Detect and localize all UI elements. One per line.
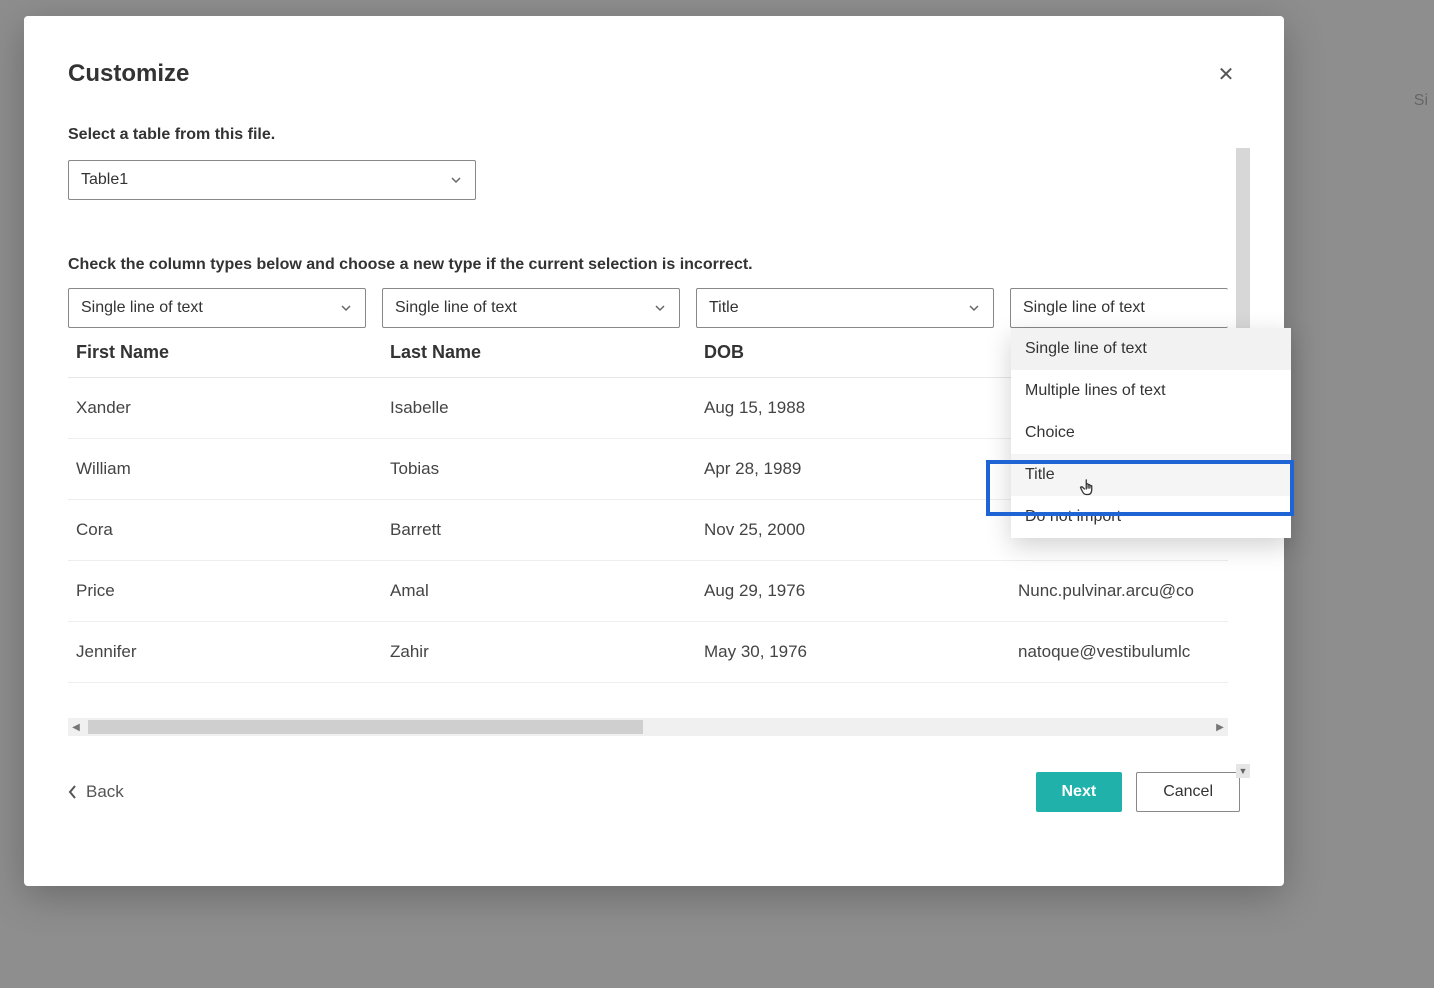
- cancel-label: Cancel: [1163, 783, 1213, 801]
- dropdown-option-choice[interactable]: Choice: [1011, 412, 1291, 454]
- dropdown-option-title[interactable]: Title: [1011, 454, 1291, 496]
- scroll-down-arrow-icon[interactable]: ▼: [1236, 764, 1250, 778]
- cell-last-name: Zahir: [390, 642, 688, 662]
- chevron-down-icon: [967, 301, 981, 315]
- table-row: Jennifer Zahir May 30, 1976 natoque@vest…: [68, 622, 1228, 683]
- chevron-down-icon: [339, 301, 353, 315]
- column-type-value: Single line of text: [1023, 299, 1145, 317]
- chevron-down-icon: [653, 301, 667, 315]
- column-header: DOB: [704, 342, 1002, 363]
- dropdown-option-single-line[interactable]: Single line of text: [1011, 328, 1291, 370]
- cell-dob: Aug 29, 1976: [704, 581, 1002, 601]
- cell-first-name: Price: [76, 581, 374, 601]
- table-row: Price Amal Aug 29, 1976 Nunc.pulvinar.ar…: [68, 561, 1228, 622]
- column-type-row: Single line of text Single line of text …: [68, 288, 1228, 328]
- column-type-dropdown[interactable]: Single line of text Multiple lines of te…: [1011, 328, 1291, 538]
- column-type-select-3[interactable]: Single line of text: [1010, 288, 1228, 328]
- customize-modal: Customize ✕ Select a table from this fil…: [24, 16, 1284, 886]
- column-type-select-0[interactable]: Single line of text: [68, 288, 366, 328]
- cell-first-name: Cora: [76, 520, 374, 540]
- cell-first-name: Xander: [76, 398, 374, 418]
- dropdown-option-do-not-import[interactable]: Do not import: [1011, 496, 1291, 538]
- scroll-left-arrow-icon[interactable]: ◀: [68, 719, 84, 735]
- back-button[interactable]: Back: [68, 782, 124, 802]
- horizontal-scrollbar[interactable]: ◀ ▶: [68, 718, 1228, 736]
- cell-last-name: Barrett: [390, 520, 688, 540]
- table-select-value: Table1: [81, 171, 128, 189]
- cell-last-name: Tobias: [390, 459, 688, 479]
- modal-title: Customize: [68, 60, 189, 88]
- cancel-button[interactable]: Cancel: [1136, 772, 1240, 812]
- next-button[interactable]: Next: [1036, 772, 1123, 812]
- back-label: Back: [86, 782, 124, 802]
- column-header: Last Name: [390, 342, 688, 363]
- table-select[interactable]: Table1: [68, 160, 476, 200]
- cell-col4: natoque@vestibulumlc: [1018, 642, 1228, 662]
- cell-dob: Aug 15, 1988: [704, 398, 1002, 418]
- column-type-value: Single line of text: [395, 299, 517, 317]
- dropdown-option-multi-line[interactable]: Multiple lines of text: [1011, 370, 1291, 412]
- background-label: Si: [1414, 92, 1428, 110]
- scroll-right-arrow-icon[interactable]: ▶: [1212, 719, 1228, 735]
- instruction-text: Check the column types below and choose …: [68, 256, 1240, 274]
- column-type-value: Title: [709, 299, 739, 317]
- column-type-select-1[interactable]: Single line of text: [382, 288, 680, 328]
- cell-first-name: Jennifer: [76, 642, 374, 662]
- chevron-down-icon: [449, 173, 463, 187]
- cell-dob: Nov 25, 2000: [704, 520, 1002, 540]
- modal-footer: Back Next Cancel: [68, 772, 1240, 812]
- table-picker-label: Select a table from this file.: [68, 126, 1240, 144]
- column-type-select-2[interactable]: Title: [696, 288, 994, 328]
- horizontal-scrollbar-thumb[interactable]: [88, 720, 643, 734]
- cell-dob: Apr 28, 1989: [704, 459, 1002, 479]
- footer-buttons: Next Cancel: [1036, 772, 1241, 812]
- column-type-value: Single line of text: [81, 299, 203, 317]
- cell-last-name: Isabelle: [390, 398, 688, 418]
- scroll-region: ▼ Single line of text Single line of tex…: [68, 288, 1240, 736]
- next-label: Next: [1062, 783, 1097, 801]
- cell-dob: May 30, 1976: [704, 642, 1002, 662]
- close-button[interactable]: ✕: [1212, 60, 1240, 88]
- pointer-cursor-icon: [1078, 478, 1100, 500]
- cell-first-name: William: [76, 459, 374, 479]
- close-icon: ✕: [1218, 62, 1235, 87]
- column-header: First Name: [76, 342, 374, 363]
- cell-col4: Nunc.pulvinar.arcu@co: [1018, 581, 1228, 601]
- cell-last-name: Amal: [390, 581, 688, 601]
- modal-header: Customize ✕: [68, 60, 1240, 88]
